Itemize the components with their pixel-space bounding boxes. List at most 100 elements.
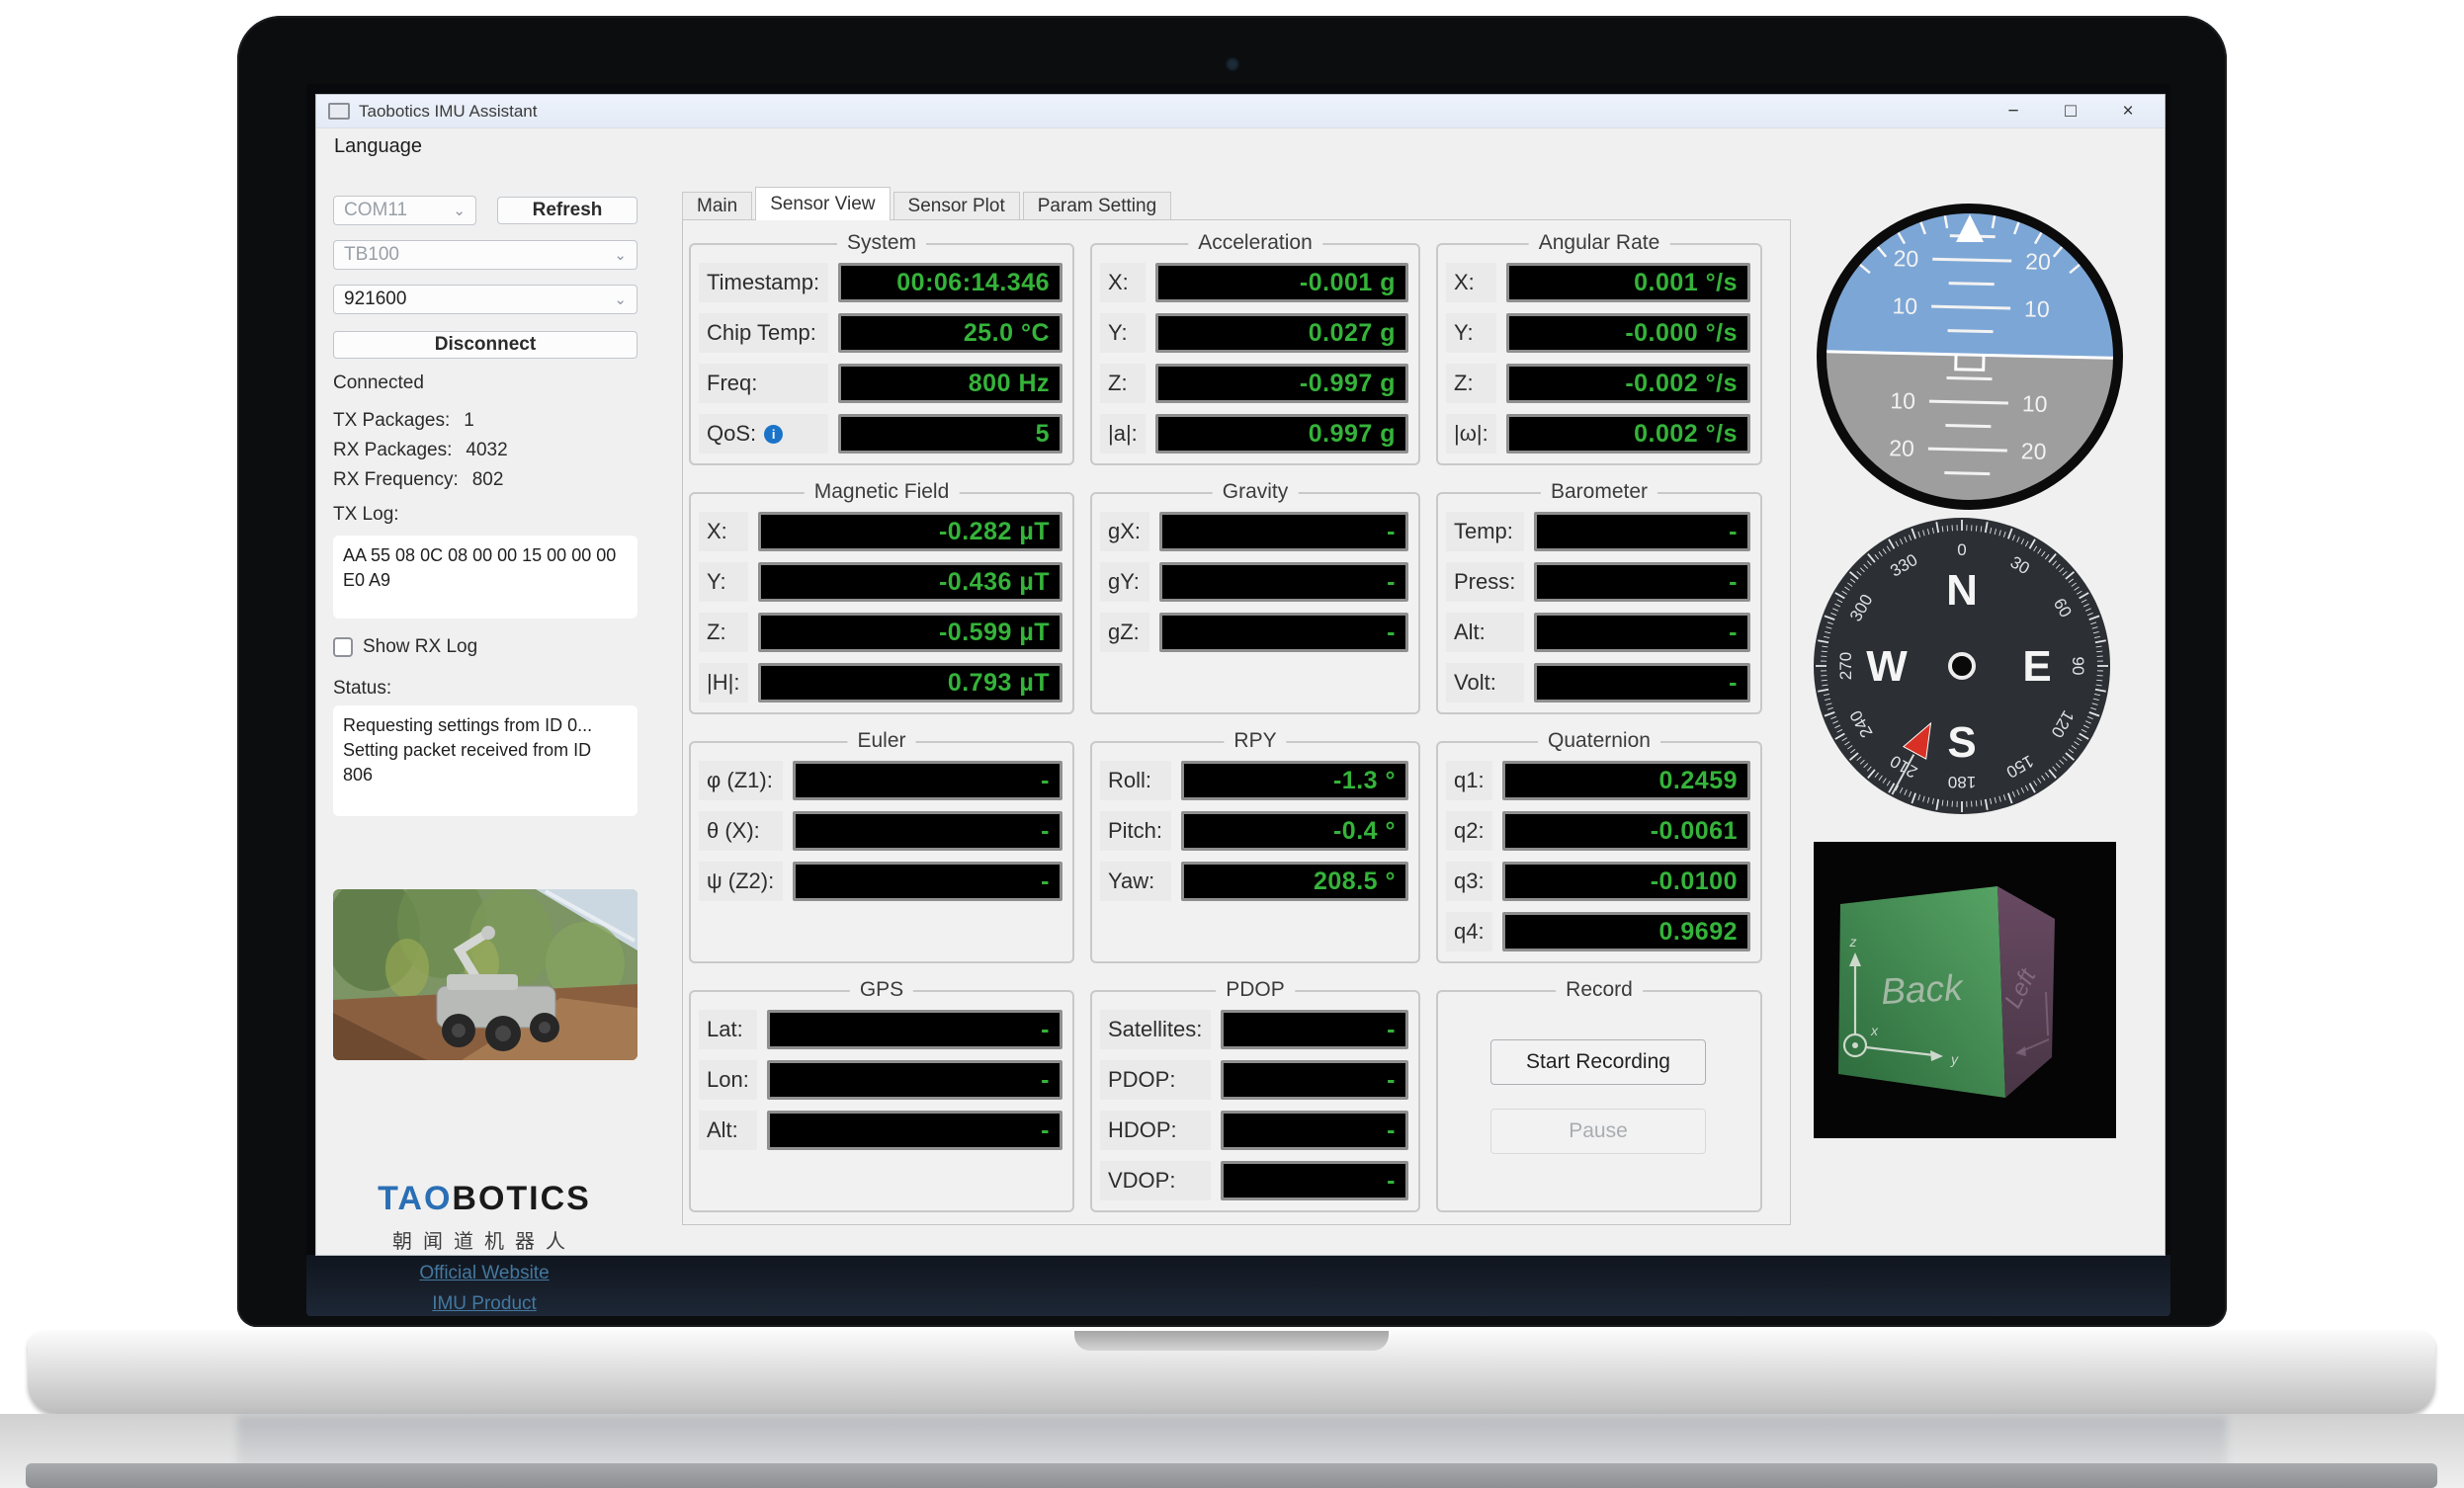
- rx-frequency-stat: RX Frequency:802: [333, 469, 637, 499]
- magnetic-field-display: -0.599 µT: [758, 613, 1062, 652]
- tab-sensor-plot[interactable]: Sensor Plot: [893, 192, 1020, 220]
- euler-value: -: [1041, 817, 1050, 846]
- baud-rate-select[interactable]: 921600 ⌄: [333, 285, 637, 314]
- acceleration-row-label: Y:: [1100, 313, 1146, 353]
- rpy-value: -1.3 °: [1333, 767, 1396, 795]
- barometer-value: -: [1729, 518, 1738, 546]
- magnetic-field-row-label: Z:: [699, 613, 748, 652]
- chevron-down-icon: ⌄: [614, 246, 627, 264]
- pdop-row: PDOP:-: [1100, 1060, 1408, 1100]
- angular-rate-row: Y:-0.000 °/s: [1446, 313, 1750, 353]
- svg-text:90: 90: [2069, 657, 2087, 676]
- minimize-button[interactable]: −: [1985, 95, 2042, 127]
- pdop-value: -: [1387, 1016, 1396, 1044]
- system-value: 25.0 °C: [964, 319, 1050, 348]
- tab-bar: MainSensor ViewSensor PlotParam Setting: [682, 190, 1174, 220]
- pause-button[interactable]: Pause: [1490, 1109, 1706, 1154]
- tab-main[interactable]: Main: [682, 192, 752, 220]
- device-model-select[interactable]: TB100 ⌄: [333, 240, 637, 270]
- angular-rate-display: -0.002 °/s: [1506, 364, 1750, 403]
- com-port-select[interactable]: COM11 ⌄: [333, 196, 476, 225]
- sensor-panels: SystemTimestamp:00:06:14.346Chip Temp:25…: [683, 220, 1790, 1212]
- magnetic-field-display: -0.436 µT: [758, 562, 1062, 602]
- system-row: QoS:i5: [699, 414, 1062, 454]
- gps-display: -: [767, 1060, 1062, 1100]
- attitude-indicator: 10 1010 1020 2020 20: [1812, 199, 2128, 515]
- rpy-value: -0.4 °: [1333, 817, 1396, 846]
- barometer-display: -: [1534, 613, 1750, 652]
- magnetic-field-row: Z: -0.599 µT: [699, 613, 1062, 652]
- tx-log-box: AA 55 08 0C 08 00 00 15 00 00 00 E0 A9: [333, 536, 637, 619]
- gps-panel-title: GPS: [850, 978, 913, 1002]
- gps-row: Lat:-: [699, 1010, 1062, 1049]
- tab-param-setting[interactable]: Param Setting: [1023, 192, 1171, 220]
- pdop-panel-title: PDOP: [1216, 978, 1295, 1002]
- angular-rate-value: -0.000 °/s: [1625, 319, 1738, 348]
- barometer-value: -: [1729, 619, 1738, 647]
- gps-row-label: Alt:: [699, 1111, 757, 1150]
- baud-rate-value: 921600: [344, 289, 406, 310]
- barometer-row: Press:-: [1446, 562, 1750, 602]
- euler-row: φ (Z1):-: [699, 761, 1062, 800]
- pdop-row-label: VDOP:: [1100, 1161, 1211, 1200]
- gravity-value: -: [1387, 568, 1396, 597]
- acceleration-row: Y: 0.027 g: [1100, 313, 1408, 353]
- menu-language[interactable]: Language: [334, 135, 422, 158]
- system-display: 00:06:14.346: [838, 263, 1062, 302]
- disconnect-button[interactable]: Disconnect: [333, 331, 637, 359]
- euler-display: -: [793, 862, 1062, 901]
- sensor-view-page: SystemTimestamp:00:06:14.346Chip Temp:25…: [682, 219, 1791, 1225]
- barometer-row-label: Alt:: [1446, 613, 1524, 652]
- refresh-button[interactable]: Refresh: [497, 197, 637, 224]
- imu-product-link[interactable]: IMU Product: [331, 1293, 637, 1315]
- angular-rate-row: X:0.001 °/s: [1446, 263, 1750, 302]
- system-display: 5: [838, 414, 1062, 454]
- maximize-button[interactable]: □: [2042, 95, 2099, 127]
- rpy-display: 208.5 °: [1181, 862, 1408, 901]
- system-panel-title: System: [837, 231, 926, 255]
- reflection-strip: [26, 1463, 2437, 1488]
- gravity-row-label: gX:: [1100, 512, 1149, 551]
- acceleration-value: 0.027 g: [1309, 319, 1396, 348]
- laptop-display: Taobotics IMU Assistant − □ × Language C…: [306, 84, 2170, 1316]
- show-rx-log-checkbox[interactable]: [333, 637, 353, 657]
- system-row-label: Freq:: [699, 364, 828, 403]
- official-website-link[interactable]: Official Website: [331, 1263, 637, 1284]
- com-port-value: COM11: [344, 200, 407, 221]
- angular-rate-value: 0.002 °/s: [1634, 420, 1738, 449]
- system-value: 00:06:14.346: [896, 269, 1050, 297]
- magnetic-field-value: -0.282 µT: [939, 518, 1050, 546]
- system-row: Freq:800 Hz: [699, 364, 1062, 403]
- system-row-label: Chip Temp:: [699, 313, 828, 353]
- euler-display: -: [793, 811, 1062, 851]
- robot-photo: [333, 889, 637, 1060]
- record-panel: RecordStart RecordingPause: [1436, 990, 1762, 1212]
- rpy-value: 208.5 °: [1314, 868, 1396, 896]
- system-panel: SystemTimestamp:00:06:14.346Chip Temp:25…: [689, 243, 1074, 465]
- app-icon: [328, 103, 350, 120]
- quaternion-row: q1:0.2459: [1446, 761, 1750, 800]
- acceleration-row: X:-0.001 g: [1100, 263, 1408, 302]
- angular-rate-value: 0.001 °/s: [1634, 269, 1738, 297]
- gps-value: -: [1041, 1066, 1050, 1095]
- quaternion-row: q2:-0.0061: [1446, 811, 1750, 851]
- tab-sensor-view[interactable]: Sensor View: [755, 187, 890, 220]
- sidebar: COM11 ⌄ Refresh TB100 ⌄ 921600 ⌄ Disconn…: [331, 192, 637, 1239]
- acceleration-value: -0.001 g: [1300, 269, 1396, 297]
- logo-botics: BOTICS: [452, 1180, 590, 1217]
- logo-chinese: 朝闻道机器人: [331, 1225, 637, 1254]
- angular-rate-display: 0.001 °/s: [1506, 263, 1750, 302]
- start-recording-button[interactable]: Start Recording: [1490, 1039, 1706, 1085]
- pdop-value: -: [1387, 1116, 1396, 1145]
- close-button[interactable]: ×: [2099, 95, 2157, 127]
- magnetic-field-row: X:-0.282 µT: [699, 512, 1062, 551]
- pdop-display: -: [1221, 1010, 1408, 1049]
- svg-text:20: 20: [2021, 438, 2047, 464]
- system-value: 5: [1036, 420, 1050, 449]
- barometer-display: -: [1534, 562, 1750, 602]
- barometer-row-label: Volt:: [1446, 663, 1524, 703]
- system-row: Chip Temp: 25.0 °C: [699, 313, 1062, 353]
- svg-text:270: 270: [1836, 652, 1855, 680]
- logo-tao: TAO: [378, 1180, 452, 1217]
- gps-display: -: [767, 1111, 1062, 1150]
